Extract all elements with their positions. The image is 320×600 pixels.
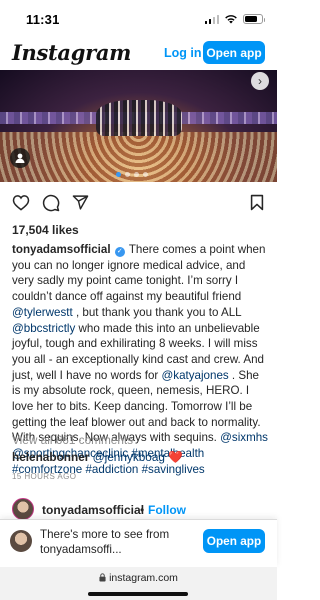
status-time: 11:31 bbox=[26, 12, 60, 27]
view-all-comments-link[interactable]: View all 661 comments bbox=[12, 433, 133, 447]
next-post-username[interactable]: tonyadamsofficial bbox=[42, 503, 144, 517]
carousel-dot bbox=[143, 172, 148, 177]
home-indicator[interactable] bbox=[88, 592, 188, 596]
heart-icon[interactable] bbox=[12, 194, 30, 211]
banner-text: There's more to see from tonyadamsoffi..… bbox=[40, 527, 190, 557]
post-media[interactable]: › bbox=[0, 70, 277, 182]
comment-icon[interactable] bbox=[42, 194, 60, 212]
url-display[interactable]: instagram.com bbox=[0, 572, 277, 584]
avatar[interactable] bbox=[12, 498, 34, 520]
follow-button[interactable]: Follow bbox=[148, 503, 186, 517]
banner-open-app-button[interactable]: Open app bbox=[203, 529, 265, 553]
signal-icon bbox=[204, 14, 219, 24]
caption-author[interactable]: tonyadamsofficial bbox=[12, 243, 111, 256]
carousel-next-icon[interactable]: › bbox=[251, 72, 269, 90]
carousel-dot bbox=[116, 172, 121, 177]
tagged-users-icon[interactable] bbox=[10, 148, 30, 168]
share-icon[interactable] bbox=[72, 194, 89, 211]
bookmark-icon[interactable] bbox=[250, 194, 264, 211]
mention-link[interactable]: @jennykboag bbox=[93, 450, 165, 464]
url-text: instagram.com bbox=[109, 572, 178, 584]
avatar bbox=[10, 530, 32, 552]
mention-link[interactable]: @bbcstrictly bbox=[12, 322, 75, 335]
banner-line: tonyadamsoffi... bbox=[40, 543, 122, 556]
status-bar: 11:31 bbox=[0, 0, 277, 38]
caption-text: , but thank you thank you to ALL bbox=[72, 305, 242, 319]
status-icons bbox=[204, 14, 265, 24]
media-cast-group bbox=[96, 100, 182, 136]
mention-link[interactable]: @katyajones bbox=[162, 369, 229, 382]
browser-url-bar: instagram.com bbox=[0, 567, 277, 600]
verified-badge-icon: ✓ bbox=[114, 247, 125, 257]
top-header: Instagram Log in Open app bbox=[0, 38, 277, 70]
open-app-banner: There's more to see from tonyadamsoffi..… bbox=[0, 519, 277, 567]
separator-dot: • bbox=[140, 503, 145, 517]
mention-link[interactable]: @sixmhs bbox=[220, 431, 268, 444]
carousel-dot bbox=[125, 172, 130, 177]
carousel-dot bbox=[134, 172, 139, 177]
lock-icon bbox=[99, 573, 106, 582]
heart-emoji: ❤️ bbox=[168, 450, 183, 464]
instagram-logo[interactable]: Instagram bbox=[12, 40, 131, 65]
login-link[interactable]: Log in bbox=[164, 46, 202, 60]
wifi-icon bbox=[225, 15, 237, 24]
banner-line: There's more to see from bbox=[40, 528, 170, 541]
carousel-dots bbox=[116, 172, 148, 177]
post-actions bbox=[12, 194, 265, 214]
likes-count[interactable]: 17,504 likes bbox=[12, 223, 79, 237]
battery-icon bbox=[243, 14, 265, 24]
comment-row: helenabonner @jennykboag ❤️ bbox=[12, 450, 268, 465]
mention-link[interactable]: @tylerwestt bbox=[12, 306, 73, 319]
post-timestamp[interactable]: 15 HOURS AGO bbox=[12, 472, 76, 481]
comment-author[interactable]: helenabonner bbox=[12, 450, 89, 464]
open-app-button[interactable]: Open app bbox=[203, 41, 265, 64]
